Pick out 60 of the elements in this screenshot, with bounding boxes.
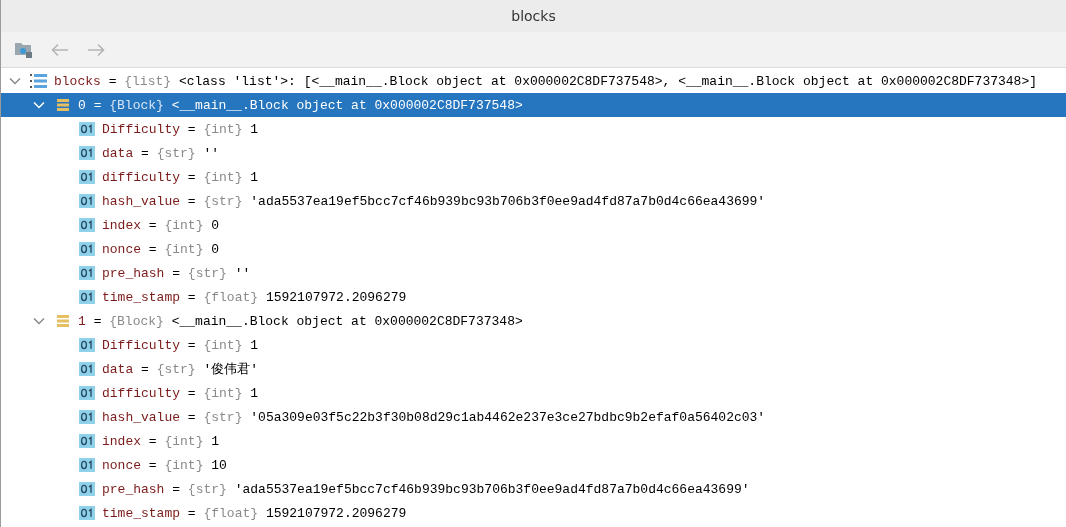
- variable-label: nonce = {int} 0: [102, 241, 220, 257]
- variable-label: data = {str} '俊伟君': [102, 361, 259, 378]
- chevron-down-icon[interactable]: [9, 77, 21, 85]
- tree-row[interactable]: 0 = {Block} <__main__.Block object at 0x000002C8DF737548>: [1, 93, 1066, 117]
- tree-row[interactable]: data = {str} '俊伟君': [1, 357, 1066, 381]
- variable-label: pre_hash = {str} 'ada5537ea19ef5bcc7cf46b939bc93b706b3f0ee9ad4fd87a7b0d4c66ea43699': [102, 481, 750, 497]
- tree-row[interactable]: time_stamp = {float} 1592107972.2096279: [1, 501, 1066, 525]
- number-icon: [79, 482, 95, 496]
- tree-row[interactable]: 1 = {Block} <__main__.Block object at 0x000002C8DF737348>: [1, 309, 1066, 333]
- tree-row[interactable]: blocks = {list} <class 'list'>: [<__main__.Block object at 0x000002C8DF737548>, <__main__.Block object at 0x000002C8DF737348>]: [1, 69, 1066, 93]
- tree-row[interactable]: time_stamp = {float} 1592107972.2096279: [1, 285, 1066, 309]
- tree-row[interactable]: difficulty = {int} 1: [1, 165, 1066, 189]
- number-icon: [79, 242, 95, 256]
- tree-row[interactable]: difficulty = {int} 1: [1, 381, 1066, 405]
- number-icon: [79, 434, 95, 448]
- number-icon: [79, 266, 95, 280]
- tree-row[interactable]: Difficulty = {int} 1: [1, 117, 1066, 141]
- number-icon: [79, 458, 95, 472]
- number-icon: [79, 386, 95, 400]
- number-icon: [79, 338, 95, 352]
- variable-label: blocks = {list} <class 'list'>: [<__main__.Block object at 0x000002C8DF737548>, <__main__.Block object at 0x000002C8DF737348>]: [54, 73, 1037, 89]
- chevron-down-icon[interactable]: [33, 317, 45, 325]
- variable-label: 0 = {Block} <__main__.Block object at 0x000002C8DF737548>: [78, 97, 523, 113]
- tree-row[interactable]: nonce = {int} 10: [1, 453, 1066, 477]
- variable-label: difficulty = {int} 1: [102, 385, 259, 401]
- tree-row[interactable]: index = {int} 0: [1, 213, 1066, 237]
- tree-row[interactable]: pre_hash = {str} '': [1, 261, 1066, 285]
- number-icon: [79, 122, 95, 136]
- tree-row[interactable]: hash_value = {str} '05a309e03f5c22b3f30b08d29c1ab4462e237e3ce27bdbc9b2efaf0a56402c03': [1, 405, 1066, 429]
- variable-label: nonce = {int} 10: [102, 457, 227, 473]
- tree-row[interactable]: pre_hash = {str} 'ada5537ea19ef5bcc7cf46b939bc93b706b3f0ee9ad4fd87a7b0d4c66ea43699': [1, 477, 1066, 501]
- tree-row[interactable]: nonce = {int} 0: [1, 237, 1066, 261]
- variable-label: 1 = {Block} <__main__.Block object at 0x000002C8DF737348>: [78, 313, 523, 329]
- variable-label: Difficulty = {int} 1: [102, 121, 259, 137]
- variable-label: index = {int} 0: [102, 217, 220, 233]
- number-icon: [79, 218, 95, 232]
- tree-row[interactable]: hash_value = {str} 'ada5537ea19ef5bcc7cf46b939bc93b706b3f0ee9ad4fd87a7b0d4c66ea43699': [1, 189, 1066, 213]
- tree-row[interactable]: index = {int} 1: [1, 429, 1066, 453]
- number-icon: [79, 290, 95, 304]
- tree-row[interactable]: Difficulty = {int} 1: [1, 333, 1066, 357]
- variable-label: data = {str} '': [102, 145, 220, 161]
- variable-label: hash_value = {str} '05a309e03f5c22b3f30b08d29c1ab4462e237e3ce27bdbc9b2efaf0a56402c03': [102, 409, 766, 425]
- variable-label: difficulty = {int} 1: [102, 169, 259, 185]
- list-icon: [30, 73, 48, 89]
- variable-label: Difficulty = {int} 1: [102, 337, 259, 353]
- number-icon: [79, 194, 95, 208]
- number-icon: [79, 362, 95, 376]
- variable-label: index = {int} 1: [102, 433, 220, 449]
- stack-icon: [56, 314, 70, 328]
- number-icon: [79, 506, 95, 520]
- number-icon: [79, 410, 95, 424]
- stack-icon: [56, 98, 70, 112]
- number-icon: [79, 146, 95, 160]
- variable-label: time_stamp = {float} 1592107972.2096279: [102, 505, 407, 521]
- variable-label: hash_value = {str} 'ada5537ea19ef5bcc7cf46b939bc93b706b3f0ee9ad4fd87a7b0d4c66ea43699': [102, 193, 766, 209]
- variable-label: time_stamp = {float} 1592107972.2096279: [102, 289, 407, 305]
- number-icon: [79, 170, 95, 184]
- tree-row[interactable]: data = {str} '': [1, 141, 1066, 165]
- window-title: blocks: [511, 8, 556, 24]
- variable-label: pre_hash = {str} '': [102, 265, 251, 281]
